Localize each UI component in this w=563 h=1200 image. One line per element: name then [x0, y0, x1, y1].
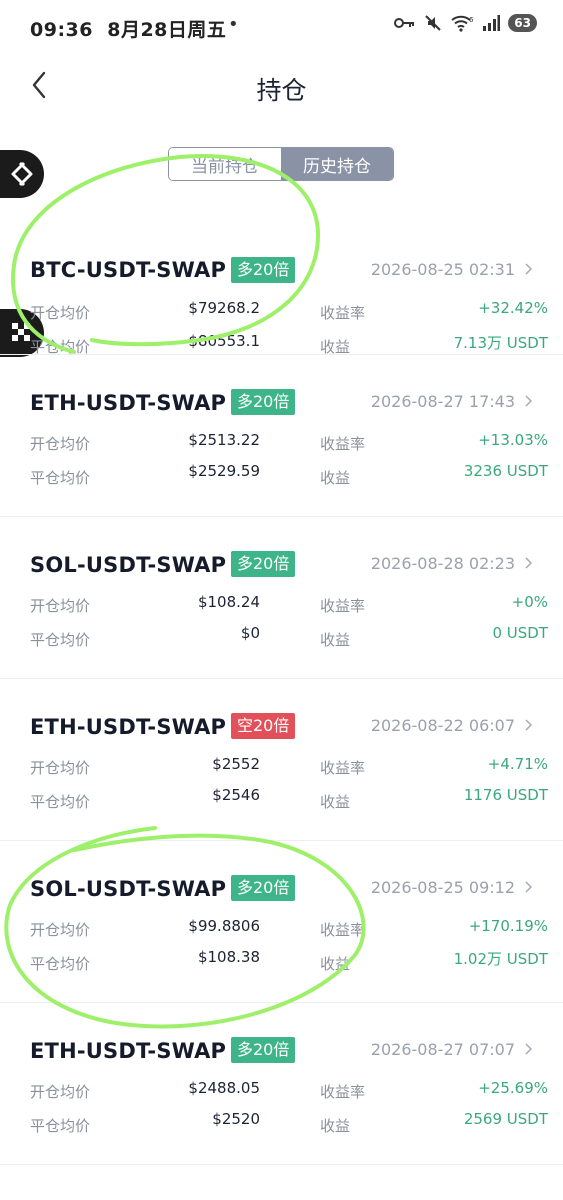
status-date: 8月28日周五: [107, 19, 227, 41]
profit-value: 0 USDT: [492, 624, 548, 642]
leverage-badge: 多20倍: [231, 257, 296, 283]
open-avg-label: 开仓均价: [30, 435, 91, 453]
position-symbol: SOL-USDT-SWAP: [30, 553, 227, 577]
close-avg-label: 平仓均价: [30, 469, 91, 487]
open-avg-label: 开仓均价: [30, 921, 91, 939]
yield-rate-label: 收益率: [320, 921, 366, 939]
close-avg-value: $0: [240, 624, 260, 642]
tab-history-positions[interactable]: 历史持仓: [281, 148, 393, 180]
close-avg-value: $2546: [212, 786, 260, 804]
open-avg-label: 开仓均价: [30, 597, 91, 615]
yield-rate-label: 收益率: [320, 304, 366, 322]
chevron-right-icon: [525, 557, 533, 569]
open-avg-label: 开仓均价: [30, 304, 91, 322]
close-avg-value: $108.38: [197, 948, 260, 966]
position-time: 2026-08-27 17:43: [370, 392, 515, 411]
tab-current-positions[interactable]: 当前持仓: [169, 148, 281, 180]
wifi-icon: 6: [451, 15, 474, 32]
chevron-right-icon: [525, 719, 533, 731]
profit-label: 收益: [320, 631, 351, 649]
position-symbol: BTC-USDT-SWAP: [30, 258, 227, 282]
position-tabs: 当前持仓 历史持仓: [168, 147, 394, 181]
open-avg-value: $2513.22: [188, 431, 260, 449]
leverage-badge: 多20倍: [231, 389, 296, 415]
open-avg-label: 开仓均价: [30, 1083, 91, 1101]
floating-swap-widget[interactable]: [0, 150, 44, 198]
position-card[interactable]: ETH-USDT-SWAP 空20倍 2026-08-22 06:07 开仓均价…: [0, 679, 563, 841]
yield-rate-value: +32.42%: [478, 299, 548, 317]
open-avg-value: $2552: [212, 755, 260, 773]
close-avg-value: $80553.1: [188, 332, 260, 350]
position-card[interactable]: SOL-USDT-SWAP 多20倍 2026-08-25 09:12 开仓均价…: [0, 841, 563, 1003]
leverage-badge: 多20倍: [231, 1037, 296, 1063]
position-time: 2026-08-28 02:23: [370, 554, 515, 573]
profit-value: 1176 USDT: [463, 786, 548, 804]
profit-label: 收益: [320, 793, 351, 811]
position-symbol: ETH-USDT-SWAP: [30, 1039, 227, 1063]
battery-indicator: 63: [508, 14, 537, 32]
leverage-badge: 多20倍: [231, 875, 296, 901]
position-card[interactable]: ETH-USDT-SWAP 多20倍 2026-08-27 07:07 开仓均价…: [0, 1003, 563, 1165]
open-avg-value: $99.8806: [188, 917, 260, 935]
signal-icon: [483, 15, 501, 31]
close-avg-label: 平仓均价: [30, 955, 91, 973]
close-avg-label: 平仓均价: [30, 1117, 91, 1135]
profit-label: 收益: [320, 469, 351, 487]
chevron-right-icon: [525, 395, 533, 407]
position-time: 2026-08-27 07:07: [370, 1040, 515, 1059]
page-title: 持仓: [256, 76, 307, 105]
status-time: 09:36 8月28日周五: [30, 19, 227, 41]
close-avg-label: 平仓均价: [30, 338, 91, 356]
position-time: 2026-08-22 06:07: [370, 716, 515, 735]
status-icons: 6 63: [394, 14, 537, 32]
profit-label: 收益: [320, 338, 351, 356]
position-card[interactable]: BTC-USDT-SWAP 多20倍 2026-08-25 02:31 开仓均价…: [0, 193, 563, 356]
leverage-badge: 空20倍: [231, 713, 296, 739]
page-header: 持仓: [0, 54, 563, 124]
position-card[interactable]: ETH-USDT-SWAP 多20倍 2026-08-27 17:43 开仓均价…: [0, 355, 563, 517]
profit-value: 1.02万 USDT: [453, 950, 548, 968]
mute-icon: [425, 15, 442, 31]
close-avg-label: 平仓均价: [30, 793, 91, 811]
chevron-right-icon: [525, 881, 533, 893]
yield-rate-label: 收益率: [320, 435, 366, 453]
yield-rate-label: 收益率: [320, 1083, 366, 1101]
profit-value: 2569 USDT: [463, 1110, 548, 1128]
profit-value: 7.13万 USDT: [453, 334, 548, 352]
yield-rate-label: 收益率: [320, 597, 366, 615]
position-symbol: SOL-USDT-SWAP: [30, 877, 227, 901]
chevron-right-icon: [525, 263, 533, 275]
position-card[interactable]: SOL-USDT-SWAP 多20倍 2026-08-28 02:23 开仓均价…: [0, 517, 563, 679]
close-avg-value: $2520: [212, 1110, 260, 1128]
position-time: 2026-08-25 02:31: [370, 260, 515, 279]
yield-rate-value: +0%: [511, 593, 548, 611]
open-avg-value: $2488.05: [188, 1079, 260, 1097]
position-symbol: ETH-USDT-SWAP: [30, 391, 227, 415]
yield-rate-value: +4.71%: [487, 755, 548, 773]
key-icon: [394, 18, 415, 28]
svg-text:6: 6: [469, 16, 474, 24]
close-avg-label: 平仓均价: [30, 631, 91, 649]
position-time: 2026-08-25 09:12: [370, 878, 515, 897]
yield-rate-value: +13.03%: [478, 431, 548, 449]
open-avg-value: $108.24: [197, 593, 260, 611]
profit-label: 收益: [320, 1117, 351, 1135]
position-symbol: ETH-USDT-SWAP: [30, 715, 227, 739]
yield-rate-value: +25.69%: [478, 1079, 548, 1097]
status-bar: 09:36 8月28日周五 • 6 63: [0, 0, 563, 54]
profit-label: 收益: [320, 955, 351, 973]
leverage-badge: 多20倍: [231, 551, 296, 577]
open-avg-value: $79268.2: [188, 299, 260, 317]
swap-arrows-icon: [11, 161, 33, 187]
close-avg-value: $2529.59: [188, 462, 260, 480]
chevron-right-icon: [525, 1043, 533, 1055]
status-dot: •: [228, 14, 239, 35]
yield-rate-value: +170.19%: [468, 917, 548, 935]
yield-rate-label: 收益率: [320, 759, 366, 777]
open-avg-label: 开仓均价: [30, 759, 91, 777]
profit-value: 3236 USDT: [463, 462, 548, 480]
